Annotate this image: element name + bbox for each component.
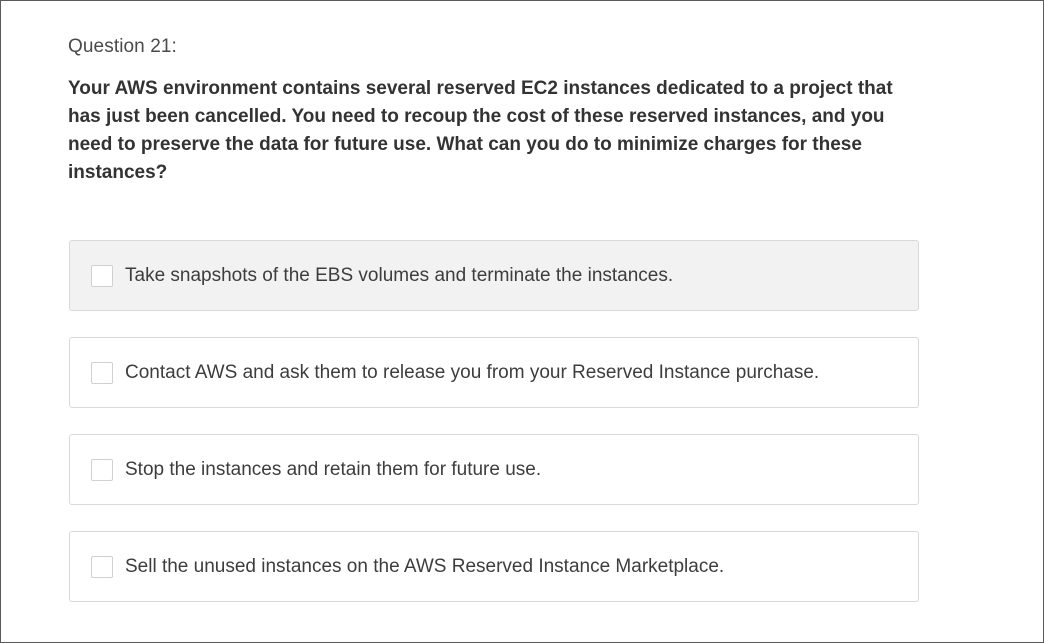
answer-option-label: Take snapshots of the EBS volumes and te…	[125, 264, 674, 286]
checkbox[interactable]	[91, 264, 113, 287]
checkbox[interactable]	[91, 555, 113, 578]
answer-option-4[interactable]: Sell the unused instances on the AWS Res…	[69, 531, 919, 602]
answer-option-1[interactable]: Take snapshots of the EBS volumes and te…	[69, 240, 919, 311]
quiz-panel: Question 21: Your AWS environment contai…	[0, 0, 1044, 643]
checkbox[interactable]	[91, 458, 113, 481]
answer-option-label: Stop the instances and retain them for f…	[125, 458, 542, 480]
question-number: Question 21:	[68, 36, 177, 57]
answer-options: Take snapshots of the EBS volumes and te…	[69, 240, 919, 628]
checkbox[interactable]	[91, 361, 113, 384]
answer-option-label: Sell the unused instances on the AWS Res…	[125, 555, 725, 577]
question-text: Your AWS environment contains several re…	[68, 78, 893, 183]
answer-option-2[interactable]: Contact AWS and ask them to release you …	[69, 337, 919, 408]
answer-option-label: Contact AWS and ask them to release you …	[125, 361, 820, 383]
answer-option-3[interactable]: Stop the instances and retain them for f…	[69, 434, 919, 505]
